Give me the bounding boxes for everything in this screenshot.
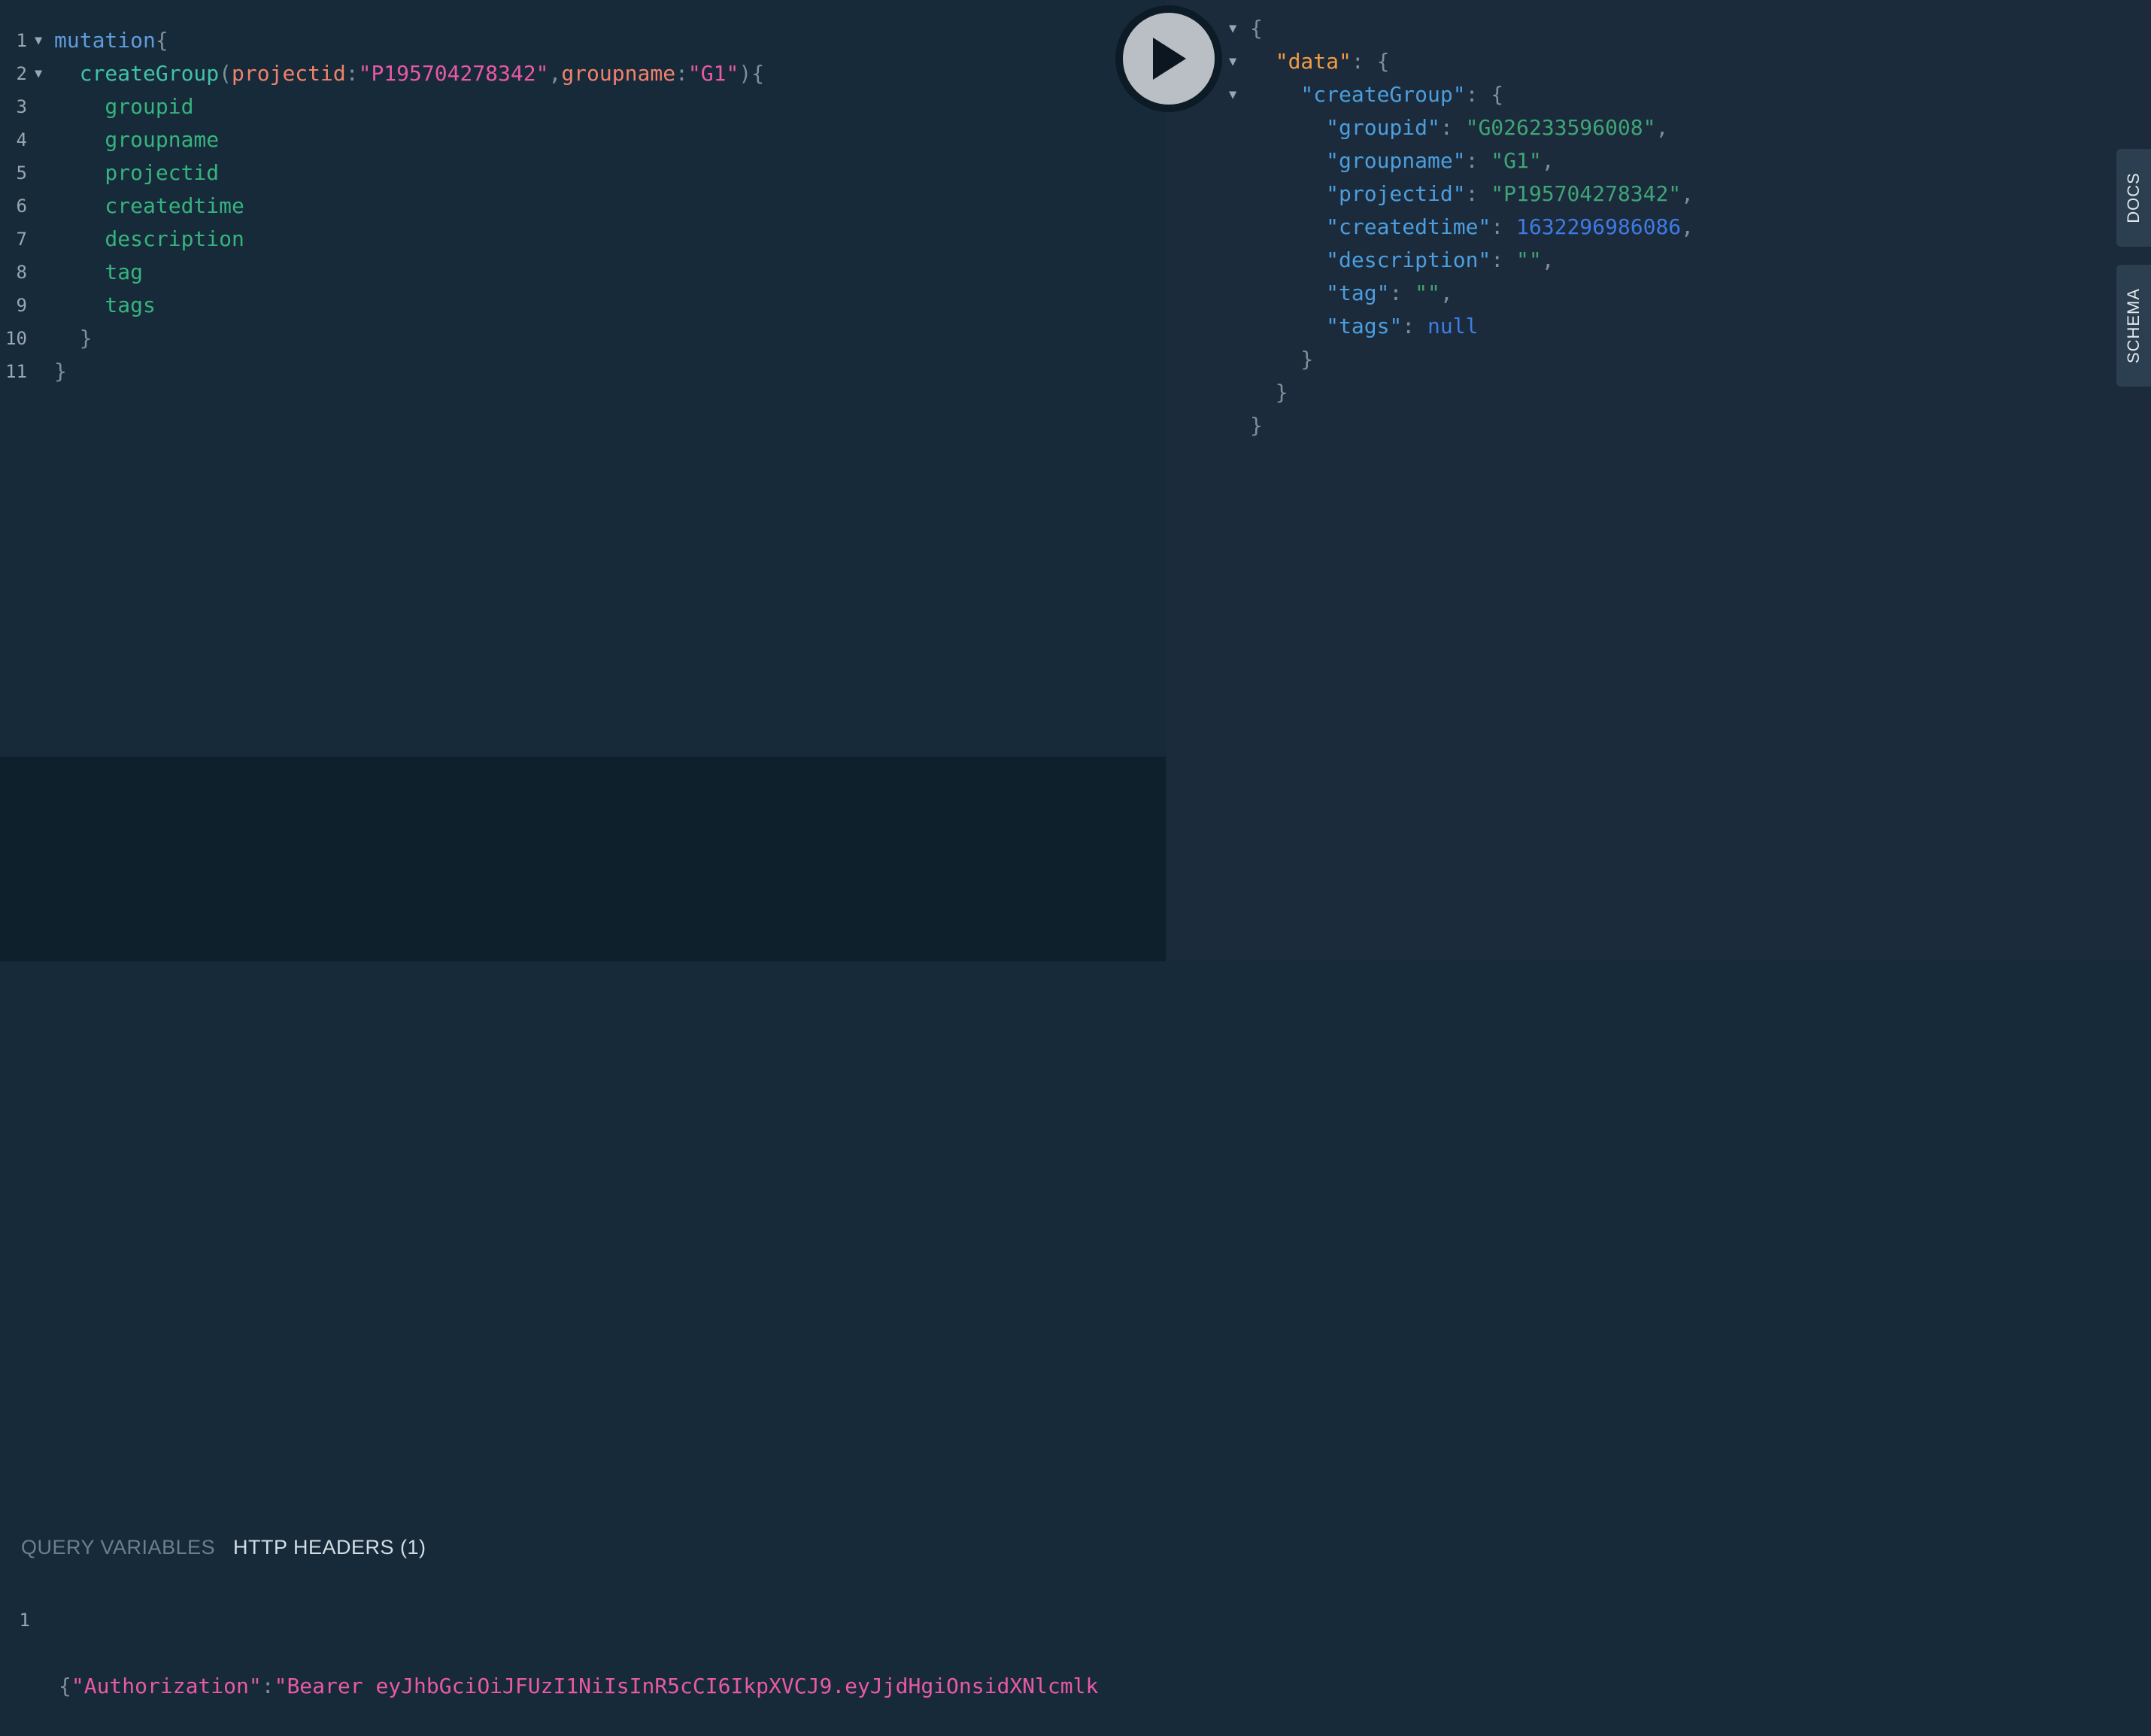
code-token: : [1440,115,1466,140]
code-token: "P195704278342" [358,61,549,86]
code-token: : [345,61,359,86]
tab-query-variables[interactable]: QUERY VARIABLES [21,1536,215,1559]
code-token: : { [1351,49,1390,74]
code-token: description [54,226,244,251]
code-token: "groupid" [1250,115,1440,140]
code-token: } [54,359,67,384]
code-token: } [54,326,93,351]
code-token: } [1250,413,1263,438]
line-number: 3 [16,96,27,117]
line-number: 7 [16,229,27,250]
code-token: "tags" [1250,314,1403,338]
code-token: tags [54,293,156,317]
code-token: : [1465,181,1491,206]
code-token: tag [54,259,144,284]
code-token: : [1402,314,1428,338]
docs-tab-label: DOCS [2124,172,2143,223]
fold-arrow-icon[interactable]: ▼ [35,57,42,90]
code-token: , [1541,247,1555,272]
code-token: "groupname" [1250,148,1466,173]
code-token: : [1465,148,1491,173]
code-token: { [155,28,168,53]
code-token: : { [1465,82,1504,107]
code-token: "G026233596008" [1465,115,1656,140]
code-token: } [1250,380,1288,405]
code-token: groupname [54,127,220,152]
line-number: 10 [5,328,27,349]
code-token: { [1250,16,1263,41]
code-token: , [1440,281,1453,305]
run-query-button[interactable] [1123,13,1215,105]
code-token: groupname [561,61,676,86]
code-token: "G1" [1491,148,1542,173]
code-token: "Authorization" [71,1674,262,1698]
schema-tab[interactable]: SCHEMA [2116,265,2151,387]
line-number: 11 [5,361,27,382]
line-number: 8 [16,262,27,283]
fold-arrow-icon[interactable]: ▼ [1229,45,1236,78]
fold-arrow-icon[interactable]: ▼ [35,24,42,57]
code-token: "description" [1250,247,1491,272]
code-token: , [1681,214,1694,239]
code-token: "projectid" [1250,181,1466,206]
code-token: ( [219,61,232,86]
line-number: 9 [16,295,27,316]
code-token: null [1427,314,1479,338]
docs-tab[interactable]: DOCS [2116,149,2151,247]
code-token: createGroup [54,61,220,86]
code-token: projectid [54,160,220,185]
code-token: "G1" [687,61,739,86]
fold-arrow-icon[interactable]: ▼ [1229,78,1236,111]
line-number: 2 [16,63,27,84]
tab-http-headers[interactable]: HTTP HEADERS (1) [233,1536,426,1559]
code-token: "" [1516,247,1542,272]
code-token: 1632296986086 [1516,214,1682,239]
play-icon [1153,38,1186,80]
code-token: "data" [1250,49,1352,74]
code-token: mutation [54,28,156,53]
code-token: : [675,61,688,86]
code-token: , [1541,148,1555,173]
code-token: : [1389,281,1415,305]
schema-tab-label: SCHEMA [2124,287,2143,364]
line-number: 1 [19,1610,30,1631]
code-token: createdtime [54,193,244,218]
code-token: , [548,61,562,86]
code-token: : [261,1674,275,1698]
code-token: "" [1415,281,1440,305]
code-token: "createGroup" [1250,82,1466,107]
line-number: 1 [16,30,27,51]
line-number: 4 [16,129,27,150]
bottom-panel: QUERY VARIABLES HTTP HEADERS (1) 1 {"Aut… [0,757,1166,1698]
code-token: "tag" [1250,281,1390,305]
code-token: , [1681,181,1694,206]
code-token: } [1250,347,1314,372]
headers-editor-line[interactable]: 1 {"Authorization":"Bearer eyJhbGciOiJFU… [0,1604,1099,1698]
code-token: "P195704278342" [1491,181,1682,206]
code-token: : [1491,214,1517,239]
line-number: 6 [16,196,27,217]
headers-code: {"Authorization":"Bearer eyJhbGciOiJFUzI… [59,1670,1098,1703]
code-token: projectid [232,61,346,86]
line-number: 5 [16,162,27,184]
fold-arrow-icon[interactable]: ▼ [1229,12,1236,45]
code-token: : [1491,247,1517,272]
result-viewer: ▼{▼ "data": {▼ "createGroup": { "groupid… [1166,0,2151,961]
code-token: "Bearer eyJhbGciOiJFUzI1NiIsInR5cCI6IkpX… [274,1674,1099,1698]
code-token: , [1655,115,1669,140]
code-token: { [59,1674,71,1698]
code-token: ){ [739,61,765,86]
code-token: groupid [54,94,194,119]
query-editor[interactable]: 1 ▼ mutation{2 ▼ createGroup(projectid:"P19… [0,0,1166,757]
code-token: "createdtime" [1250,214,1491,239]
